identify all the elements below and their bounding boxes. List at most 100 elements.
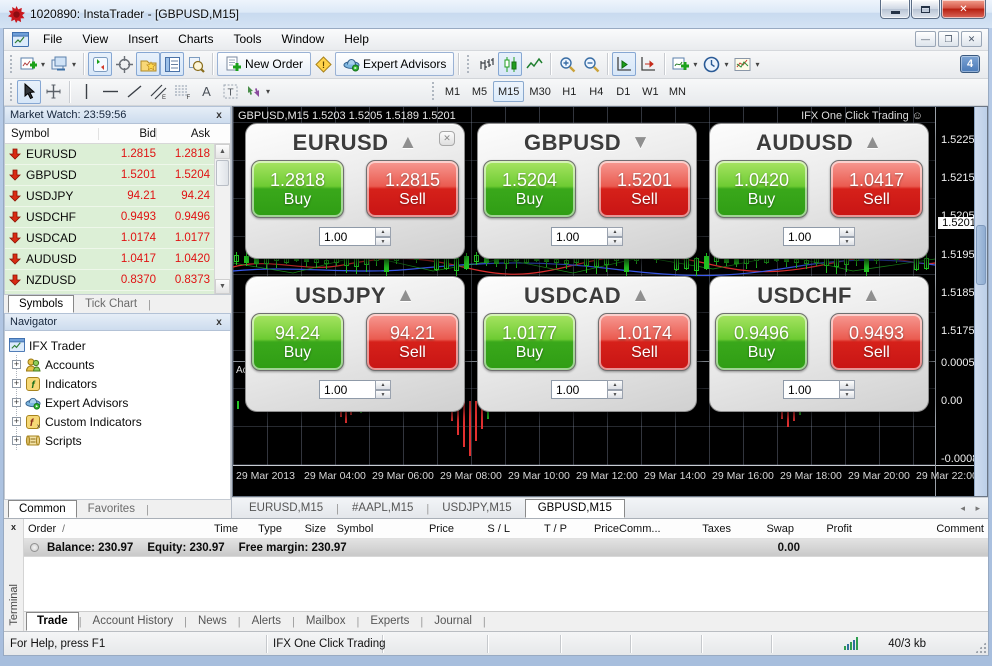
spin-up-icon[interactable]: ▲ — [839, 380, 855, 390]
spin-down-icon[interactable]: ▼ — [607, 390, 623, 400]
terminal-column-size[interactable]: Size — [282, 523, 326, 535]
timeframe-h4[interactable]: H4 — [583, 81, 610, 102]
lot-size-input[interactable] — [783, 227, 839, 246]
menu-charts[interactable]: Charts — [168, 29, 223, 49]
document-minimize-button[interactable]: — — [915, 31, 936, 47]
expand-plus-icon[interactable]: + — [12, 417, 21, 426]
tree-item-custom-indicators[interactable]: + fx Custom Indicators — [17, 412, 230, 431]
menu-insert[interactable]: Insert — [118, 29, 168, 49]
market-watch-toggle-button[interactable] — [160, 52, 184, 76]
lot-size-input[interactable] — [319, 227, 375, 246]
market-watch-close-icon[interactable]: x — [213, 110, 225, 121]
new-chart-button[interactable]: ▾ — [17, 52, 48, 76]
smiley-icon[interactable]: ☺ — [912, 110, 923, 122]
lot-size-stepper[interactable]: ▲▼ — [607, 380, 623, 399]
market-watch-row[interactable]: EURJPY 120.75 120.78 — [5, 291, 214, 294]
timeframe-m1[interactable]: M1 — [439, 81, 466, 102]
timeframe-h1[interactable]: H1 — [556, 81, 583, 102]
arrows-button[interactable]: ▾ — [242, 80, 273, 104]
terminal-column-taxes[interactable]: Taxes — [665, 523, 731, 535]
lot-size-stepper[interactable]: ▲▼ — [839, 380, 855, 399]
panel-close-button[interactable]: ✕ — [439, 131, 455, 146]
lot-size-input[interactable] — [319, 380, 375, 399]
terminal-tab-alerts[interactable]: Alerts — [241, 612, 292, 631]
terminal-column-time[interactable]: Time — [146, 523, 238, 535]
expand-plus-icon[interactable]: + — [12, 360, 21, 369]
chart-tab-scroll-arrows[interactable]: ◂ ▸ — [960, 503, 984, 518]
lot-size-input[interactable] — [551, 380, 607, 399]
trendline-button[interactable] — [122, 80, 146, 104]
tab-tick-chart[interactable]: Tick Chart — [74, 295, 148, 313]
terminal-column-tp[interactable]: T / P — [510, 523, 567, 535]
spin-up-icon[interactable]: ▲ — [839, 227, 855, 237]
market-watch-titlebar[interactable]: Market Watch: 23:59:56 x — [4, 106, 231, 124]
toolbar-grip[interactable] — [431, 81, 436, 101]
scrollbar-thumb[interactable] — [976, 225, 986, 285]
chart-tab-eurusdm15[interactable]: EURUSD,M15 — [236, 499, 336, 518]
spin-up-icon[interactable]: ▲ — [607, 380, 623, 390]
market-watch-row[interactable]: USDCHF 0.9493 0.9496 — [5, 207, 214, 228]
fibonacci-button[interactable]: F — [170, 80, 194, 104]
terminal-tab-experts[interactable]: Experts — [359, 612, 420, 631]
tree-item-accounts[interactable]: + Accounts — [17, 355, 230, 374]
terminal-column-type[interactable]: Type — [238, 523, 282, 535]
terminal-column-symbol[interactable]: Symbol — [326, 523, 384, 535]
terminal-close-icon[interactable]: x — [11, 522, 16, 532]
menu-window[interactable]: Window — [272, 29, 335, 49]
terminal-column-order[interactable]: Order/ — [28, 523, 146, 535]
resize-grip[interactable] — [974, 641, 987, 654]
column-ask[interactable]: Ask — [156, 128, 214, 140]
tree-item-scripts[interactable]: + Scripts — [17, 431, 230, 450]
sell-button[interactable]: 1.0417 Sell — [830, 160, 923, 218]
indicators-button[interactable]: ▾ — [669, 52, 700, 76]
tree-item-indicators[interactable]: + f Indicators — [17, 374, 230, 393]
timeframe-mn[interactable]: MN — [664, 81, 691, 102]
spin-up-icon[interactable]: ▲ — [607, 227, 623, 237]
buy-button[interactable]: 1.2818 Buy — [251, 160, 344, 218]
buy-button[interactable]: 1.0420 Buy — [715, 160, 808, 218]
expand-plus-icon[interactable]: + — [12, 398, 21, 407]
spin-up-icon[interactable]: ▲ — [375, 227, 391, 237]
tick-chart-button[interactable] — [88, 52, 112, 76]
tab-symbols[interactable]: Symbols — [8, 295, 74, 313]
market-watch-row[interactable]: USDJPY 94.21 94.24 — [5, 186, 214, 207]
sell-button[interactable]: 94.21 Sell — [366, 313, 459, 371]
title-bar[interactable]: 1020890: InstaTrader - [GBPUSD,M15] ✕ — [0, 0, 992, 28]
spin-down-icon[interactable]: ▼ — [375, 390, 391, 400]
periods-button[interactable]: ▾ — [700, 52, 731, 76]
spin-down-icon[interactable]: ▼ — [375, 237, 391, 247]
navigator-titlebar[interactable]: Navigator x — [4, 313, 231, 331]
buy-button[interactable]: 94.24 Buy — [251, 313, 344, 371]
horizontal-line-button[interactable] — [98, 80, 122, 104]
sell-button[interactable]: 1.0174 Sell — [598, 313, 691, 371]
expand-plus-icon[interactable]: + — [12, 379, 21, 388]
terminal-tab-news[interactable]: News — [187, 612, 238, 631]
sell-button[interactable]: 1.5201 Sell — [598, 160, 691, 218]
notifications-badge[interactable]: 4 — [960, 55, 980, 73]
crosshair-tool-button[interactable] — [41, 80, 65, 104]
chart-shift-button[interactable] — [636, 52, 660, 76]
market-watch-row[interactable]: AUDUSD 1.0417 1.0420 — [5, 249, 214, 270]
chart-tab-gbpusdm15[interactable]: GBPUSD,M15 — [525, 499, 625, 518]
vertical-line-button[interactable] — [74, 80, 98, 104]
templates-button[interactable]: ▾ — [731, 52, 762, 76]
lot-size-input[interactable] — [783, 380, 839, 399]
cursor-tool-button[interactable] — [17, 80, 41, 104]
terminal-column-profit[interactable]: Profit — [794, 523, 852, 535]
terminal-column-sl[interactable]: S / L — [454, 523, 510, 535]
profiles-button[interactable]: ▾ — [48, 52, 79, 76]
sell-button[interactable]: 1.2815 Sell — [366, 160, 459, 218]
zoom-out-button[interactable] — [579, 52, 603, 76]
terminal-column-price[interactable]: Price — [384, 523, 454, 535]
favorites-button[interactable] — [136, 52, 160, 76]
menu-view[interactable]: View — [72, 29, 118, 49]
timeframe-m5[interactable]: M5 — [466, 81, 493, 102]
channel-button[interactable]: E — [146, 80, 170, 104]
expert-advisors-button[interactable]: Expert Advisors — [335, 52, 454, 76]
status-mode-text[interactable]: IFX One Click Trading — [267, 635, 383, 653]
scroll-up-icon[interactable]: ▲ — [215, 144, 230, 159]
toolbar-grip[interactable] — [9, 54, 14, 74]
spin-down-icon[interactable]: ▼ — [839, 237, 855, 247]
line-chart-button[interactable] — [522, 52, 546, 76]
text-button[interactable]: A — [194, 80, 218, 104]
